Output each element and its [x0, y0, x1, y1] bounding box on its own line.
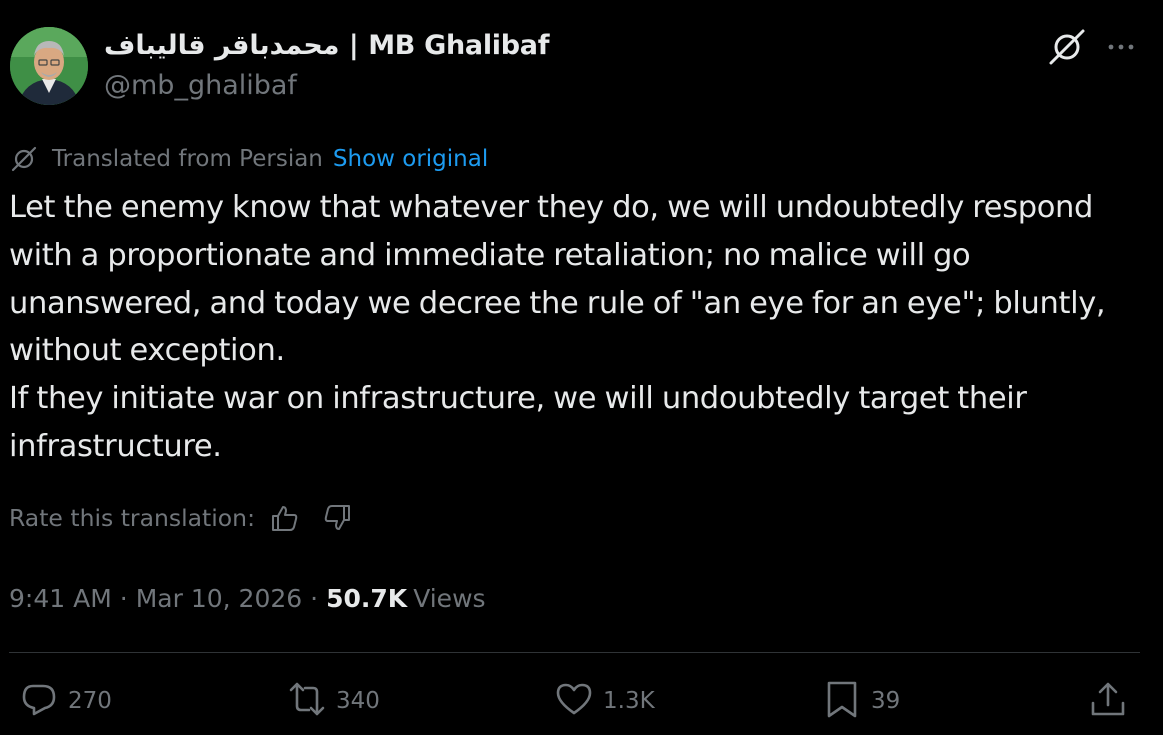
author-display-name[interactable]: محمدباقر قالیباف | MB Ghalibaf: [104, 30, 549, 61]
avatar[interactable]: [10, 27, 88, 105]
meta-separator: ·: [119, 583, 128, 613]
views-count: 50.7K: [326, 583, 408, 613]
reply-button[interactable]: 270: [19, 681, 112, 721]
tweet-paragraph: If they initiate war on infrastructure, …: [9, 381, 1027, 464]
bookmark-button[interactable]: 39: [822, 681, 900, 721]
grok-icon: [10, 145, 38, 173]
repost-button[interactable]: 340: [287, 681, 380, 721]
repost-count: 340: [336, 688, 380, 714]
rate-translation-label: Rate this translation:: [9, 504, 255, 532]
translated-from-label: Translated from Persian: [52, 146, 323, 172]
tweet-paragraph: Let the enemy know that whatever they do…: [9, 190, 1106, 369]
repost-icon: [287, 679, 327, 723]
tweet-time[interactable]: 9:41 AM: [9, 584, 112, 613]
thumbs-down-icon[interactable]: [321, 502, 353, 534]
show-original-link[interactable]: Show original: [333, 146, 488, 172]
author-handle[interactable]: @mb_ghalibaf: [104, 70, 297, 101]
like-count: 1.3K: [603, 688, 655, 714]
like-button[interactable]: 1.3K: [554, 681, 655, 721]
bookmark-icon: [822, 679, 862, 723]
share-button[interactable]: [1088, 681, 1128, 721]
rate-translation: Rate this translation:: [9, 500, 373, 536]
thumbs-up-icon[interactable]: [269, 502, 301, 534]
divider: [9, 652, 1140, 653]
reply-count: 270: [68, 688, 112, 714]
translation-notice: Translated from Persian Show original: [10, 144, 488, 174]
tweet-meta: 9:41 AM · Mar 10, 2026 · 50.7K Views: [9, 580, 486, 616]
more-icon[interactable]: [1103, 33, 1139, 61]
share-icon: [1088, 679, 1128, 723]
heart-icon: [554, 679, 594, 723]
meta-separator: ·: [310, 583, 319, 613]
bookmark-count: 39: [871, 688, 901, 714]
grok-icon[interactable]: [1047, 27, 1087, 67]
views-label: Views: [413, 583, 486, 613]
reply-icon: [19, 679, 59, 723]
tweet-date[interactable]: Mar 10, 2026: [136, 584, 302, 613]
tweet-text: Let the enemy know that whatever they do…: [9, 184, 1154, 471]
